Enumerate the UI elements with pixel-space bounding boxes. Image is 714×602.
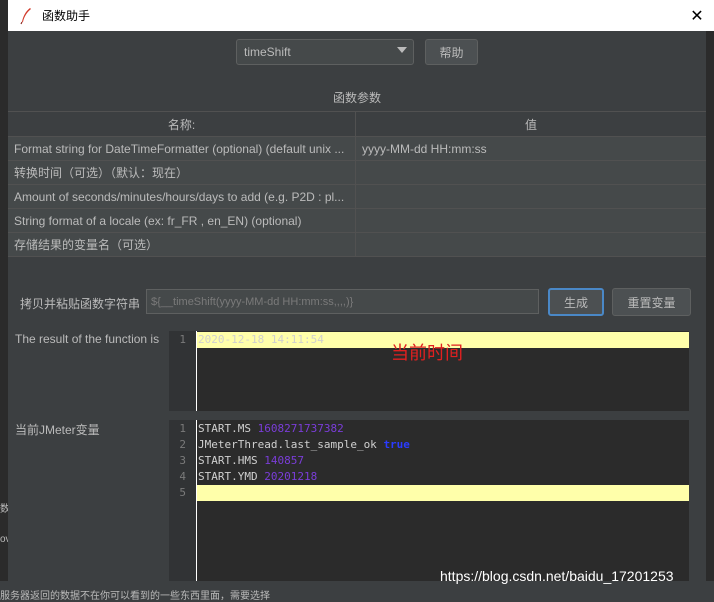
param-value[interactable]: yyyy-MM-dd HH:mm:ss bbox=[356, 137, 706, 160]
function-string-field[interactable]: ${__timeShift(yyyy-MM-dd HH:mm:ss,,,,)} bbox=[146, 289, 539, 314]
background-text-stub: ov bbox=[0, 534, 8, 545]
copy-string-label: 拷贝并粘贴函数字符串 bbox=[20, 297, 141, 311]
var-value: 20201218 bbox=[264, 470, 318, 483]
var-line: START.HMS 140857 bbox=[198, 453, 304, 469]
param-name: String format of a locale (ex: fr_FR , e… bbox=[8, 209, 356, 232]
table-row[interactable]: 转换时间（可选）（默认：现在） bbox=[8, 161, 706, 185]
function-select-value: timeShift bbox=[244, 45, 291, 59]
feather-icon bbox=[20, 7, 31, 24]
jmeter-vars-label: 当前JMeter变量 bbox=[15, 423, 100, 437]
annotation-current-time: 当前时间 bbox=[391, 343, 463, 363]
param-value[interactable] bbox=[356, 209, 706, 232]
var-line: START.YMD 20201218 bbox=[198, 469, 317, 485]
params-table: 名称: 值 Format string for DateTimeFormatte… bbox=[8, 111, 706, 279]
var-key: START.YMD bbox=[198, 470, 265, 483]
editor-line: 2 JMeterThread.last_sample_ok true bbox=[169, 437, 689, 453]
param-value[interactable] bbox=[356, 161, 706, 184]
var-key: JMeterThread.last_sample_ok bbox=[198, 438, 384, 451]
line-number: 3 bbox=[179, 454, 186, 467]
param-name: Format string for DateTimeFormatter (opt… bbox=[8, 137, 356, 160]
param-value[interactable] bbox=[356, 233, 706, 256]
editor-line: 3 START.HMS 140857 bbox=[169, 453, 689, 469]
var-line: START.MS 1608271737382 bbox=[198, 421, 344, 437]
line-number: 1 bbox=[179, 333, 186, 346]
param-value[interactable] bbox=[356, 185, 706, 208]
param-name: Amount of seconds/minutes/hours/days to … bbox=[8, 185, 356, 208]
result-text: 2020-12-18 14:11:54 bbox=[198, 333, 324, 346]
table-row[interactable]: Format string for DateTimeFormatter (opt… bbox=[8, 137, 706, 161]
editor-line: 4 START.YMD 20201218 bbox=[169, 469, 689, 485]
param-name: 转换时间（可选）（默认：现在） bbox=[8, 161, 356, 184]
watermark: https://blog.csdn.net/baidu_17201253 bbox=[440, 568, 674, 584]
line-number: 4 bbox=[179, 470, 186, 483]
line-number: 1 bbox=[179, 422, 186, 435]
column-header-name[interactable]: 名称: bbox=[8, 112, 356, 136]
title-bar: 函数助手 ✕ bbox=[8, 0, 714, 32]
editor-line: 5 bbox=[169, 485, 689, 501]
var-line: JMeterThread.last_sample_ok true bbox=[198, 437, 410, 453]
line-number: 2 bbox=[179, 438, 186, 451]
column-header-value[interactable]: 值 bbox=[356, 112, 706, 136]
function-helper-dialog: timeShift 帮助 函数参数 名称: 值 Format string fo… bbox=[8, 31, 706, 581]
help-button[interactable]: 帮助 bbox=[425, 39, 478, 65]
var-value: true bbox=[383, 438, 410, 451]
background-window-edge-right bbox=[706, 31, 714, 581]
table-row[interactable]: 存储结果的变量名（可选） bbox=[8, 233, 706, 257]
background-window-edge: 数 ov bbox=[0, 0, 8, 596]
param-name: 存储结果的变量名（可选） bbox=[8, 233, 356, 256]
editor-line: 1 START.MS 1608271737382 bbox=[169, 421, 689, 437]
background-text-stub: 数 bbox=[0, 504, 8, 515]
generate-button[interactable]: 生成 bbox=[548, 288, 604, 316]
line-number: 5 bbox=[179, 486, 186, 499]
params-table-header: 名称: 值 bbox=[8, 112, 706, 137]
close-icon[interactable]: ✕ bbox=[680, 0, 714, 31]
jmeter-vars-editor[interactable]: 1 START.MS 1608271737382 2 JMeterThread.… bbox=[169, 420, 689, 581]
params-section-title: 函数参数 bbox=[332, 91, 381, 105]
window-title: 函数助手 bbox=[42, 9, 91, 23]
var-value: 1608271737382 bbox=[257, 422, 344, 435]
table-row[interactable]: Amount of seconds/minutes/hours/days to … bbox=[8, 185, 706, 209]
background-text: 服务器返回的数据不在你可以看到的一些东西里面，需要选择 bbox=[0, 591, 270, 602]
function-select[interactable]: timeShift bbox=[236, 39, 414, 65]
chevron-down-icon bbox=[397, 47, 407, 53]
var-key: START.MS bbox=[198, 422, 258, 435]
result-label: The result of the function is bbox=[15, 332, 160, 346]
var-value: 140857 bbox=[264, 454, 304, 467]
table-row[interactable]: String format of a locale (ex: fr_FR , e… bbox=[8, 209, 706, 233]
reset-variables-button[interactable]: 重置变量 bbox=[612, 288, 691, 316]
table-empty-area bbox=[8, 257, 706, 279]
var-key: START.HMS bbox=[198, 454, 265, 467]
